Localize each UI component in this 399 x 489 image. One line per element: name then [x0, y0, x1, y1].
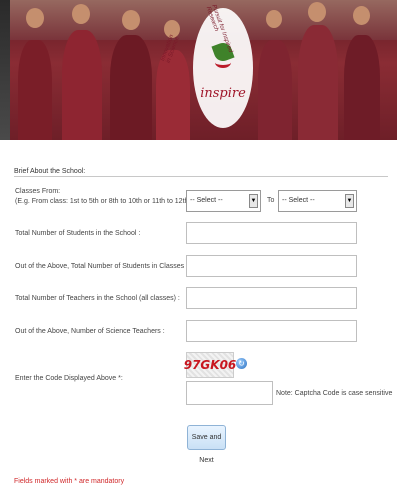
classes-to-select[interactable]: -- Select -- ▼ — [278, 190, 357, 212]
banner-student — [258, 40, 292, 140]
section-divider — [14, 176, 388, 177]
classes-from-select-value: -- Select -- — [190, 197, 223, 204]
banner-student-head — [26, 8, 44, 28]
total-teachers-label: Total Number of Teachers in the School (… — [15, 295, 180, 302]
captcha-label: Enter the Code Displayed Above *: — [15, 375, 123, 382]
classes-from-select[interactable]: -- Select -- ▼ — [186, 190, 261, 212]
left-edge-strip — [0, 0, 10, 140]
banner-student-head — [308, 2, 326, 22]
classes-from-label: Classes From: — [15, 188, 61, 195]
chevron-down-icon[interactable]: ▼ — [249, 194, 258, 208]
inspire-logo-text: inspire — [200, 86, 246, 101]
science-teachers-label: Out of the Above, Number of Science Teac… — [15, 328, 165, 335]
banner-student — [110, 35, 152, 140]
total-students-input[interactable] — [186, 222, 357, 244]
banner-student-head — [353, 6, 370, 25]
chevron-down-icon[interactable]: ▼ — [345, 194, 354, 208]
banner-student — [344, 35, 380, 140]
banner-student — [62, 30, 102, 140]
students-6-10-input[interactable] — [186, 255, 357, 277]
total-students-label: Total Number of Students in the School : — [15, 230, 141, 237]
save-and-next-button[interactable]: Save and Next — [187, 425, 226, 464]
banner-student-head — [122, 10, 140, 30]
mandatory-note: Fields marked with * are mandatory — [14, 478, 125, 485]
inspire-banner: inspire Innovation in Science Pursuit fo… — [10, 0, 397, 140]
classes-to-select-value: -- Select -- — [282, 197, 315, 204]
section-title: Brief About the School: — [14, 168, 86, 175]
total-teachers-input[interactable] — [186, 287, 357, 309]
banner-student-head — [266, 10, 282, 28]
banner-student — [298, 25, 338, 140]
banner-student-head — [72, 4, 90, 24]
classes-from-hint: (E.g. From class: 1st to 5th or 8th to 1… — [15, 198, 195, 205]
science-teachers-input[interactable] — [186, 320, 357, 342]
refresh-icon[interactable]: ↻ — [236, 358, 247, 369]
captcha-note: Note: Captcha Code is case sensitive — [276, 390, 393, 397]
banner-student — [156, 50, 190, 140]
captcha-image: 97GK06 — [184, 352, 236, 378]
to-label: To — [267, 197, 275, 204]
captcha-input[interactable] — [186, 381, 273, 405]
banner-student — [18, 40, 52, 140]
